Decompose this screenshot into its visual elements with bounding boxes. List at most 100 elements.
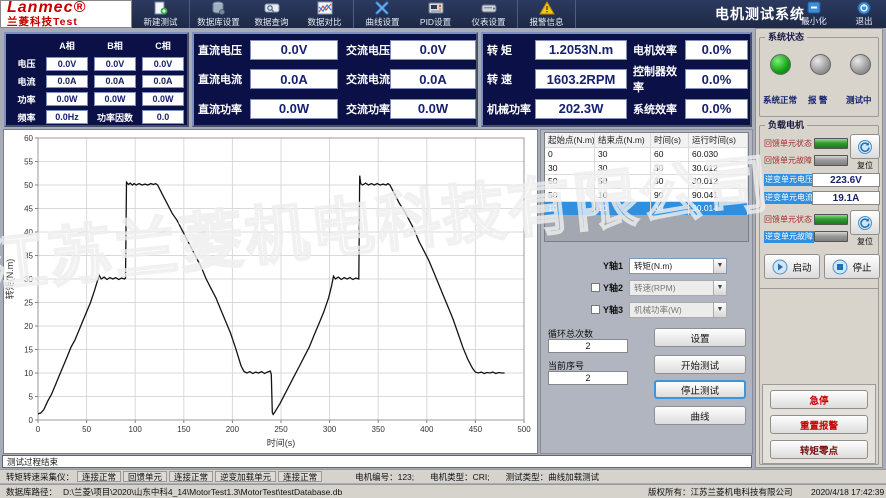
new-test-icon [153,1,168,15]
ac-voltage-label: 交流电压 [338,42,390,58]
sidebar: 系统状态 系统正常 报 警 测试中 负载电机 回馈单元状态 回馈单元故障 复位 … [755,28,883,468]
frequency-value: 0.0Hz [46,110,88,124]
y-axis1-label: Y轴1 [603,259,623,272]
table-row[interactable]: 30 30 30 30.012 [545,161,748,175]
cell: 30 [595,148,651,161]
toolbar-button-label: 仪表设置 [471,16,505,28]
stop-icon [832,259,848,275]
toolbar-button-data-compare[interactable]: 数据对比 [298,0,351,28]
reset-button-2[interactable] [850,210,880,235]
segment-table[interactable]: 起始点(N.m) 结束点(N.m) 时间(s) 运行时间(s) 0 30 60 … [544,132,749,242]
table-row[interactable]: 50 50 30 30.012 [545,174,748,188]
y-axis2-select[interactable]: 转速(RPM) ▼ [629,280,727,296]
y-axis3-row: Y轴3 机械功率(W) ▼ [541,301,754,318]
y-axis3-select[interactable]: 机械功率(W) ▼ [629,302,727,318]
voltage-a-value: 0.0V [46,57,88,71]
current-index-value: 2 [548,371,628,385]
feedback-unit-fault-bar [814,155,848,166]
dc-voltage-value: 0.0V [250,40,338,60]
safety-buttons-box: 急停 重置报警 转矩零点 [762,384,876,464]
database-settings-icon [211,1,226,15]
copyright-text: 版权所有：江苏兰菱机电科技有限公司 [645,486,796,498]
system-status-group: 系统状态 系统正常 报 警 测试中 [759,37,879,117]
inverter-voltage-label: 逆变单元电压 [764,174,814,186]
ac-voltage-value: 0.0V [390,40,476,60]
stop-test-button[interactable]: 停止测试 [654,380,746,399]
app-window: Lanmec® 兰菱科技Test 新建测试 数据库设置 [0,0,886,498]
col-start-point: 起始点(N.m) [545,133,595,147]
svg-text:500: 500 [517,425,531,434]
svg-text:35: 35 [24,252,33,261]
motor-id: 电机编号：123; [352,471,417,483]
ac-current-label: 交流电流 [338,71,390,87]
svg-text:100: 100 [129,425,143,434]
reset-alarm-button[interactable]: 重置报警 [770,415,868,434]
start-test-button[interactable]: 开始测试 [654,355,746,374]
phase-a-header: A相 [43,37,91,55]
cell: 30 [651,202,689,215]
phase-b-header: B相 [91,37,139,55]
table-row-selected[interactable]: 10 10 30 30.014 [545,201,748,215]
toolbar-button-meter-settings[interactable]: 仪表设置 [462,0,515,28]
data-compare-icon [317,1,333,15]
svg-text:0: 0 [36,425,41,434]
toolbar-group-test: 新建测试 [132,0,190,28]
toolbar-button-alarm-info[interactable]: 报警信息 [520,0,573,28]
phase-c-header: C相 [139,37,187,55]
system-status-title: 系统状态 [765,32,807,42]
motor-type: 电机类型：CRI; [427,471,493,483]
toolbar-button-database-settings[interactable]: 数据库设置 [192,0,245,28]
datetime-text: 2020/4/18 17:42:39 [808,487,886,497]
exit-button[interactable]: 退出 [843,1,885,28]
table-row[interactable]: 50 10 90 90.041 [545,188,748,202]
reset-button-2-label: 复位 [849,236,881,247]
torque-zero-button[interactable]: 转矩零点 [770,440,868,459]
cell: 10 [595,202,651,215]
cell: 30 [651,162,689,175]
toolbar-button-label: PID设置 [420,16,451,28]
y-axis1-select[interactable]: 转矩(N.m) ▼ [629,258,727,274]
motor-efficiency-value: 0.0% [685,40,748,60]
current-a-value: 0.0A [46,75,88,89]
toolbar-button-data-query[interactable]: 数据查询 [245,0,298,28]
start-button[interactable]: 启动 [764,254,820,279]
dc-current-value: 0.0A [250,69,338,89]
y-axis2-checkbox[interactable] [591,283,600,292]
minimize-icon [806,1,822,15]
svg-text:15: 15 [24,346,33,355]
svg-text:300: 300 [323,425,337,434]
toolbar-button-new-test[interactable]: 新建测试 [134,0,187,28]
reset-button-1[interactable] [850,134,880,159]
power-factor-label: 功率因数 [91,108,139,126]
torque-value: 1.2053N.m [535,40,627,60]
chevron-down-icon: ▼ [713,281,726,295]
voltage-c-value: 0.0V [142,57,184,71]
ac-power-label: 交流功率 [338,101,390,117]
feedback-unit-status2-label: 回馈单元状态 [764,214,812,226]
table-row[interactable]: 0 30 60 60.030 [545,147,748,161]
current-row-label: 电流 [10,73,43,91]
feedback-unit-status2-bar [814,214,848,225]
db-path-label: 数据库路径： [3,486,60,498]
curve-button[interactable]: 曲线 [654,406,746,425]
testing-led-label: 测试中 [846,94,872,106]
toolbar-button-curve-settings[interactable]: 曲线设置 [356,0,409,28]
set-button[interactable]: 设置 [654,328,746,347]
y-axis3-checkbox[interactable] [591,305,600,314]
toolbar-button-label: 新建测试 [143,16,177,28]
stop-button[interactable]: 停止 [824,254,880,279]
toolbar-button-label: 曲线设置 [365,16,399,28]
inverter-unit-status: 连接正常 [278,471,322,482]
dc-ac-panel: 直流电压 0.0V 交流电压 0.0V 直流电流 0.0A 交流电流 0.0A … [192,32,478,127]
reset-button-1-wrap: 复位 [849,134,881,171]
inverter-current-value: 19.1A [812,191,880,205]
circular-arrows-icon [857,139,873,155]
torque-label: 转 矩 [487,42,535,58]
stop-button-label: 停止 [852,260,871,274]
minimize-button[interactable]: 最小化 [793,1,835,28]
chart-canvas: 0501001502002503003504004505000510152025… [4,130,536,452]
lanmec-logo: Lanmec® 兰菱科技Test [0,0,132,28]
toolbar-button-pid-settings[interactable]: PID设置 [409,0,462,28]
cell: 30.012 [689,175,748,188]
emergency-stop-button[interactable]: 急停 [770,390,868,409]
